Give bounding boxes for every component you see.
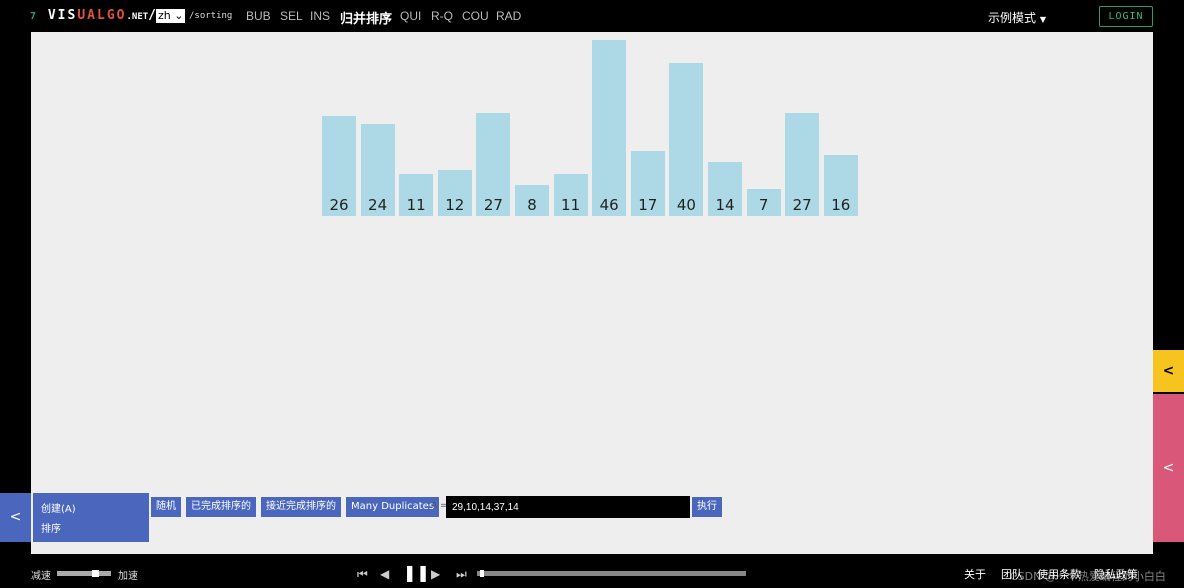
bar: 40 bbox=[669, 62, 704, 216]
go-button[interactable]: 执行 bbox=[692, 497, 722, 517]
bar-value: 46 bbox=[599, 195, 619, 214]
sorted-button[interactable]: 已完成排序的 bbox=[186, 497, 256, 517]
bar-value: 40 bbox=[676, 195, 696, 214]
bar: 46 bbox=[592, 39, 627, 216]
mode-dropdown[interactable]: 示例模式 ▼ bbox=[988, 9, 1046, 26]
login-button[interactable]: LOGIN bbox=[1099, 6, 1153, 27]
watermark: CSDN @一个热爱编程的小白白 bbox=[1010, 570, 1166, 583]
bar: 12 bbox=[437, 170, 472, 216]
fast-label: 加速 bbox=[118, 571, 138, 582]
bar-value: 11 bbox=[406, 195, 426, 214]
create-menu[interactable]: 创建(A) 排序 bbox=[33, 493, 149, 542]
bar: 26 bbox=[322, 116, 356, 216]
bar-value: 24 bbox=[368, 195, 388, 214]
step-back-icon[interactable]: ◀ bbox=[380, 567, 389, 581]
go-to-end-icon[interactable]: ⏭ bbox=[456, 567, 467, 582]
bar-value: 7 bbox=[758, 195, 769, 214]
caret-down-icon: ▼ bbox=[1039, 15, 1046, 24]
language-select[interactable]: zh ⌄ bbox=[156, 9, 185, 23]
array-input[interactable] bbox=[446, 496, 690, 518]
bar: 27 bbox=[785, 112, 820, 216]
bar-value: 16 bbox=[831, 195, 851, 214]
random-button[interactable]: 随机 bbox=[151, 497, 181, 517]
bar: 16 bbox=[823, 154, 858, 216]
bar-value: 26 bbox=[329, 195, 349, 214]
status-panel-toggle[interactable]: < bbox=[1153, 350, 1184, 392]
codetrace-panel-toggle[interactable]: < bbox=[1153, 394, 1184, 542]
footer-about[interactable]: 关于 bbox=[964, 566, 986, 582]
bar: 7 bbox=[746, 189, 781, 216]
bar-value: 12 bbox=[445, 195, 465, 214]
pause-icon[interactable]: ❚❚ bbox=[403, 563, 430, 582]
nav-cou[interactable]: COU bbox=[462, 9, 489, 23]
speed-slider[interactable] bbox=[57, 570, 111, 577]
top-bar: 7 VISUALGO.NET/ zh ⌄ /sorting BUB SEL INS 归… bbox=[0, 0, 1184, 32]
bar-value: 27 bbox=[792, 195, 812, 214]
many-duplicates-button[interactable]: Many Duplicates bbox=[346, 497, 440, 517]
bar: 27 bbox=[476, 112, 511, 216]
bar-value: 17 bbox=[638, 195, 658, 214]
nav-ins[interactable]: INS bbox=[310, 9, 330, 23]
sort-item[interactable]: 排序 bbox=[41, 520, 141, 540]
nav-r-q[interactable]: R-Q bbox=[431, 9, 453, 23]
nav-merge-sort[interactable]: 归并排序 bbox=[340, 8, 392, 27]
bar-value: 27 bbox=[483, 195, 503, 214]
bar: 14 bbox=[708, 162, 742, 216]
bar: 17 bbox=[630, 150, 665, 216]
nav-bub[interactable]: BUB bbox=[246, 9, 271, 23]
nav-qui[interactable]: QUI bbox=[400, 9, 421, 23]
bar: 8 bbox=[515, 185, 549, 216]
visualization-canvas: 26 24 11 12 27 8 11 46 17 40 14 7 27 16 bbox=[31, 32, 1153, 554]
go-to-start-icon[interactable]: ⏮ bbox=[357, 567, 368, 582]
bar: 11 bbox=[553, 173, 588, 216]
logo[interactable]: 7 VISUALGO.NET/ bbox=[30, 8, 158, 23]
step-forward-icon[interactable]: ▶ bbox=[431, 567, 440, 581]
bar: 11 bbox=[399, 173, 434, 216]
speed-slider-handle[interactable] bbox=[91, 570, 99, 577]
nav-rad[interactable]: RAD bbox=[496, 9, 521, 23]
nearly-sorted-button[interactable]: 接近完成排序的 bbox=[261, 497, 341, 517]
bar-value: 11 bbox=[561, 195, 581, 214]
bar-value: 8 bbox=[527, 195, 537, 214]
create-item[interactable]: 创建(A) bbox=[41, 500, 141, 520]
url-path: /sorting bbox=[189, 11, 233, 21]
progress-handle[interactable] bbox=[479, 570, 484, 577]
bar: 24 bbox=[360, 124, 395, 216]
slow-label: 减速 bbox=[31, 571, 51, 582]
nav-sel[interactable]: SEL bbox=[280, 9, 303, 23]
progress-bar[interactable] bbox=[477, 570, 746, 577]
bar-value: 14 bbox=[715, 195, 735, 214]
collapse-actions-button[interactable]: < bbox=[0, 493, 31, 542]
